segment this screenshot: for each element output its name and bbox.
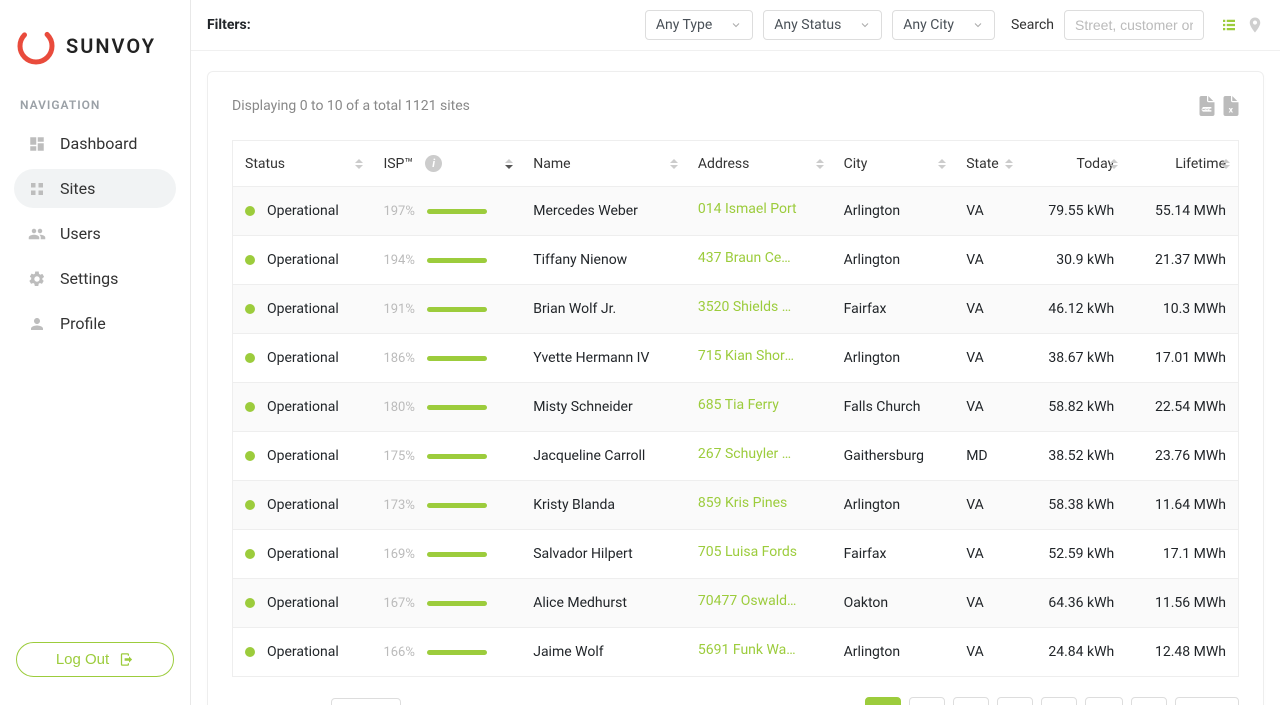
nav-list: Dashboard Sites Users Settings Profile [0, 124, 190, 349]
table-row[interactable]: Operational186%Yvette Hermann IV715 Kian… [233, 334, 1239, 383]
nav-item-users[interactable]: Users [14, 214, 176, 253]
list-view-icon[interactable] [1220, 16, 1238, 34]
brand-logo[interactable]: SUNVOY [0, 16, 190, 90]
table-row[interactable]: Operational167%Alice Medhurst70477 Oswal… [233, 579, 1239, 628]
address-link[interactable]: 715 Kian Shores [698, 348, 798, 364]
pagination: 12345... » Last » [865, 697, 1239, 705]
col-address-header[interactable]: Address [686, 141, 832, 187]
isp-bar [427, 552, 487, 557]
per-page-input[interactable] [331, 698, 401, 705]
chevron-down-icon [859, 19, 871, 31]
info-icon[interactable]: i [425, 155, 442, 172]
address-link[interactable]: 267 Schuyler Ca... [698, 446, 798, 462]
table-row[interactable]: Operational180%Misty Schneider685 Tia Fe… [233, 383, 1239, 432]
filters-label: Filters: [207, 17, 251, 33]
isp-bar [427, 650, 487, 655]
table-row[interactable]: Operational173%Kristy Blanda859 Kris Pin… [233, 481, 1239, 530]
isp-bar [427, 405, 487, 410]
table-row[interactable]: Operational169%Salvador Hilpert705 Luisa… [233, 530, 1239, 579]
address-link[interactable]: 014 Ismael Port [698, 201, 797, 217]
isp-bar [427, 307, 487, 312]
nav-item-profile[interactable]: Profile [14, 304, 176, 343]
search-input[interactable] [1064, 10, 1204, 40]
isp-bar [427, 503, 487, 508]
nav-item-dashboard[interactable]: Dashboard [14, 124, 176, 163]
col-isp-header[interactable]: ISP™i [371, 141, 521, 187]
col-lifetime-header[interactable]: Lifetime [1126, 141, 1238, 187]
map-view-icon[interactable] [1246, 16, 1264, 34]
col-state-header[interactable]: State [954, 141, 1020, 187]
status-dot [245, 402, 255, 412]
table-row[interactable]: Operational175%Jacqueline Carroll267 Sch… [233, 432, 1239, 481]
status-dot [245, 647, 255, 657]
filters-bar: Filters: Any Type Any Status Any City Se… [191, 0, 1280, 51]
sunvoy-logo-icon [16, 26, 56, 66]
sites-card: Displaying 0 to 10 of a total 1121 sites… [207, 71, 1264, 705]
chevron-down-icon [972, 19, 984, 31]
col-name-header[interactable]: Name [521, 141, 686, 187]
displaying-text: Displaying 0 to 10 of a total 1121 sites [232, 98, 470, 114]
address-link[interactable]: 3520 Shields Ext... [698, 299, 798, 315]
address-link[interactable]: 685 Tia Ferry [698, 397, 779, 413]
nav-item-sites[interactable]: Sites [14, 169, 176, 208]
filter-city-select[interactable]: Any City [892, 10, 995, 40]
table-row[interactable]: Operational197%Mercedes Weber014 Ismael … [233, 187, 1239, 236]
status-dot [245, 353, 255, 363]
status-dot [245, 255, 255, 265]
status-dot [245, 304, 255, 314]
address-link[interactable]: 70477 Oswaldo F... [698, 593, 798, 609]
sites-table: Status ISP™i Name Address City State Tod… [232, 140, 1239, 677]
search-label: Search [1011, 17, 1054, 33]
brand-name: SUNVOY [66, 34, 156, 58]
nav-heading: NAVIGATION [0, 90, 190, 124]
address-link[interactable]: 859 Kris Pines [698, 495, 787, 511]
page-button[interactable]: 3 [953, 697, 989, 705]
status-dot [245, 549, 255, 559]
page-button[interactable]: 4 [997, 697, 1033, 705]
export-excel-icon[interactable]: x [1223, 96, 1239, 116]
isp-bar [427, 258, 487, 263]
page-button[interactable]: Last » [1175, 697, 1239, 705]
status-dot [245, 500, 255, 510]
page-button[interactable]: » [1131, 697, 1167, 705]
logout-label: Log Out [56, 651, 109, 668]
filter-type-select[interactable]: Any Type [645, 10, 753, 40]
logout-button[interactable]: Log Out [16, 642, 174, 677]
nav-item-settings[interactable]: Settings [14, 259, 176, 298]
export-csv-icon[interactable]: csv [1199, 96, 1215, 116]
svg-text:csv: csv [1201, 107, 1210, 113]
page-button[interactable]: 2 [909, 697, 945, 705]
address-link[interactable]: 5691 Funk Ways [698, 642, 798, 658]
status-dot [245, 598, 255, 608]
main-content: Filters: Any Type Any Status Any City Se… [190, 0, 1280, 705]
page-button[interactable]: 1 [865, 697, 901, 705]
address-link[interactable]: 705 Luisa Fords [698, 544, 797, 560]
sidebar: SUNVOY NAVIGATION Dashboard Sites Users Set… [0, 0, 190, 705]
col-city-header[interactable]: City [832, 141, 955, 187]
col-today-header[interactable]: Today [1021, 141, 1127, 187]
isp-bar [427, 454, 487, 459]
logout-icon [119, 652, 134, 667]
col-status-header[interactable]: Status [233, 141, 372, 187]
table-footer: Sites per page Page 1 of 113 12345...»La… [232, 697, 1239, 705]
filter-status-select[interactable]: Any Status [763, 10, 882, 40]
page-button[interactable]: ... [1085, 697, 1123, 705]
status-dot [245, 206, 255, 216]
isp-bar [427, 356, 487, 361]
isp-bar [427, 601, 487, 606]
status-dot [245, 451, 255, 461]
isp-bar [427, 209, 487, 214]
page-button[interactable]: 5 [1041, 697, 1077, 705]
address-link[interactable]: 437 Braun Centers [698, 250, 798, 266]
table-row[interactable]: Operational166%Jaime Wolf5691 Funk WaysA… [233, 628, 1239, 677]
svg-text:x: x [1229, 105, 1234, 115]
table-row[interactable]: Operational194%Tiffany Nienow437 Braun C… [233, 236, 1239, 285]
table-row[interactable]: Operational191%Brian Wolf Jr.3520 Shield… [233, 285, 1239, 334]
chevron-down-icon [730, 19, 742, 31]
